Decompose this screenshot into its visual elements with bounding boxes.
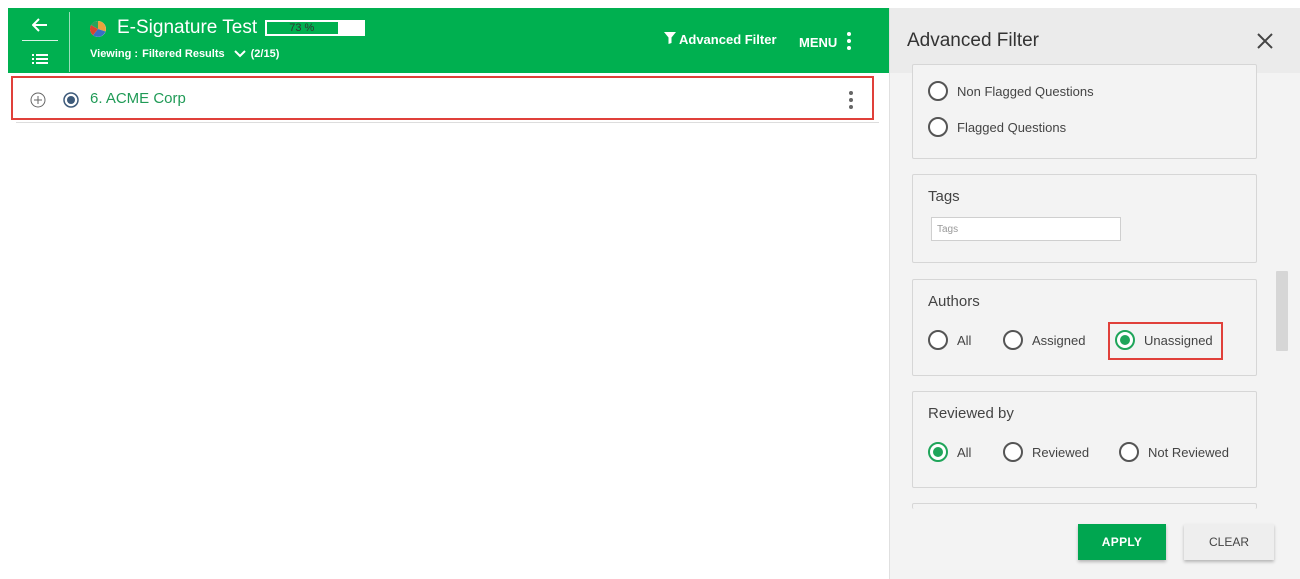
viewing-value: Filtered Results: [142, 48, 225, 60]
list-item[interactable]: 6. ACME Corp: [11, 76, 874, 120]
expand-plus-icon[interactable]: [30, 92, 46, 108]
radio-reviewed-all[interactable]: All: [928, 442, 971, 462]
advanced-filter-panel: Advanced Filter Non Flagged Questions Fl…: [889, 8, 1300, 579]
list-icon[interactable]: [28, 50, 52, 68]
advanced-filter-label: Advanced Filter: [679, 32, 777, 47]
row-divider: [16, 122, 879, 123]
list-item-label[interactable]: 6. ACME Corp: [90, 90, 186, 107]
filter-icon: [664, 32, 676, 47]
next-card-edge: [912, 503, 1257, 509]
radio-label: Reviewed: [1032, 444, 1090, 460]
viewing-count: (2/15): [250, 48, 280, 60]
authors-card: Authors All Assigned Unassigned: [912, 279, 1257, 376]
radio-flagged[interactable]: Flagged Questions: [928, 117, 1066, 137]
viewing-selector[interactable]: Viewing : Filtered Results (2/15): [90, 48, 279, 60]
app-root: E-Signature Test 73 % Viewing : Filtered…: [0, 0, 1300, 579]
radio-button[interactable]: [928, 117, 948, 137]
back-arrow-icon[interactable]: [26, 14, 54, 36]
kebab-icon: [847, 32, 852, 53]
radio-label: Non Flagged Questions: [957, 83, 1094, 99]
clear-button[interactable]: CLEAR: [1184, 524, 1274, 560]
app-title: E-Signature Test: [117, 17, 258, 38]
pie-chart-icon: [89, 20, 107, 38]
reviewed-by-card: Reviewed by All Reviewed Not Reviewed: [912, 391, 1257, 488]
authors-title: Authors: [928, 293, 980, 310]
radio-button[interactable]: [1003, 442, 1023, 462]
radio-button-selected[interactable]: [928, 442, 948, 462]
radio-button[interactable]: [928, 330, 948, 350]
chevron-down-icon[interactable]: [233, 48, 247, 60]
menu-button[interactable]: MENU: [799, 32, 852, 53]
panel-scrollbar[interactable]: [1276, 271, 1288, 351]
radio-label: Not Reviewed: [1148, 444, 1229, 460]
close-icon[interactable]: [1256, 32, 1274, 50]
header-nav: [22, 14, 58, 70]
status-radio-icon: [63, 92, 79, 108]
apply-button[interactable]: APPLY: [1078, 524, 1166, 560]
radio-authors-assigned[interactable]: Assigned: [1003, 330, 1085, 350]
top-header: E-Signature Test 73 % Viewing : Filtered…: [8, 8, 890, 73]
radio-authors-all[interactable]: All: [928, 330, 971, 350]
radio-non-flagged[interactable]: Non Flagged Questions: [928, 81, 1094, 101]
radio-button[interactable]: [928, 81, 948, 101]
radio-label: Assigned: [1032, 332, 1086, 348]
panel-title: Advanced Filter: [907, 30, 1040, 51]
menu-label: MENU: [799, 35, 838, 50]
radio-button[interactable]: [1119, 442, 1139, 462]
tags-card: Tags: [912, 174, 1257, 263]
radio-reviewed[interactable]: Reviewed: [1003, 442, 1089, 462]
progress-bar: 73 %: [265, 20, 365, 36]
radio-label: Flagged Questions: [957, 119, 1067, 135]
row-kebab-icon[interactable]: [849, 91, 859, 111]
reviewed-by-title: Reviewed by: [928, 405, 1014, 422]
advanced-filter-button[interactable]: Advanced Filter: [664, 32, 777, 47]
radio-label: All: [957, 444, 972, 460]
header-nav-divider: [22, 40, 58, 41]
progress-label: 73 %: [289, 22, 315, 34]
radio-label: All: [957, 332, 972, 348]
tags-input[interactable]: [931, 217, 1121, 241]
radio-button[interactable]: [1003, 330, 1023, 350]
highlight-box: [1108, 322, 1223, 360]
radio-not-reviewed[interactable]: Not Reviewed: [1119, 442, 1229, 462]
tags-title: Tags: [928, 188, 960, 205]
header-divider: [69, 12, 70, 72]
flag-filter-card: Non Flagged Questions Flagged Questions: [912, 64, 1257, 159]
viewing-label: Viewing :: [90, 48, 139, 60]
